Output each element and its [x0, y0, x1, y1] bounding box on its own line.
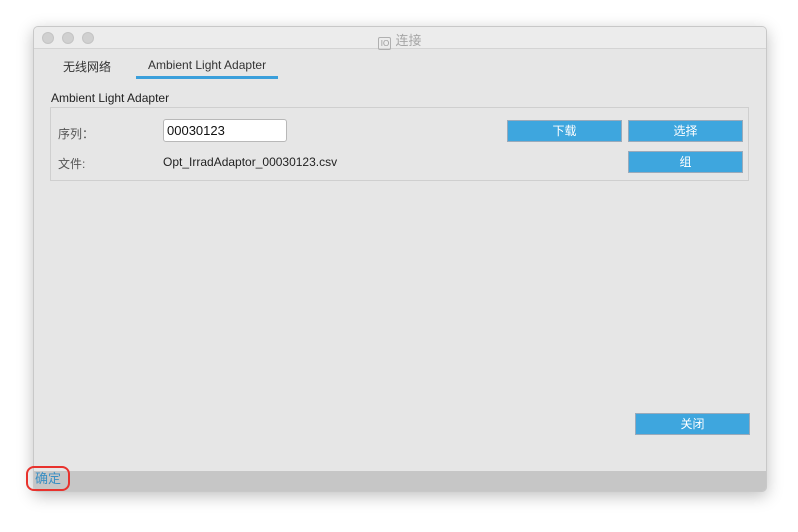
select-button[interactable]: 选择 [628, 120, 743, 142]
ok-button[interactable]: 确定 [26, 466, 70, 491]
group-title: Ambient Light Adapter [51, 91, 170, 105]
file-value: Opt_IrradAdaptor_00030123.csv [163, 155, 338, 169]
file-label: 文件: [58, 157, 86, 171]
title-bar: IO 连接 [34, 27, 766, 50]
connection-window: IO 连接 无线网络 Ambient Light Adapter Ambient … [33, 26, 767, 492]
tab-wireless-network[interactable]: 无线网络 [63, 58, 111, 75]
app-icon: IO [378, 37, 392, 50]
bottom-bar [34, 471, 766, 491]
close-button[interactable]: 关闭 [635, 413, 750, 435]
download-button[interactable]: 下载 [507, 120, 622, 142]
group-button[interactable]: 组 [628, 151, 743, 173]
adapter-group: 序列： 文件: Opt_IrradAdaptor_00030123.csv 下载… [50, 107, 749, 181]
tab-ambient-light-adapter[interactable]: Ambient Light Adapter [136, 58, 279, 79]
window-title: 连接 [395, 33, 422, 48]
serial-input[interactable] [163, 119, 287, 142]
serial-label: 序列： [58, 127, 95, 141]
